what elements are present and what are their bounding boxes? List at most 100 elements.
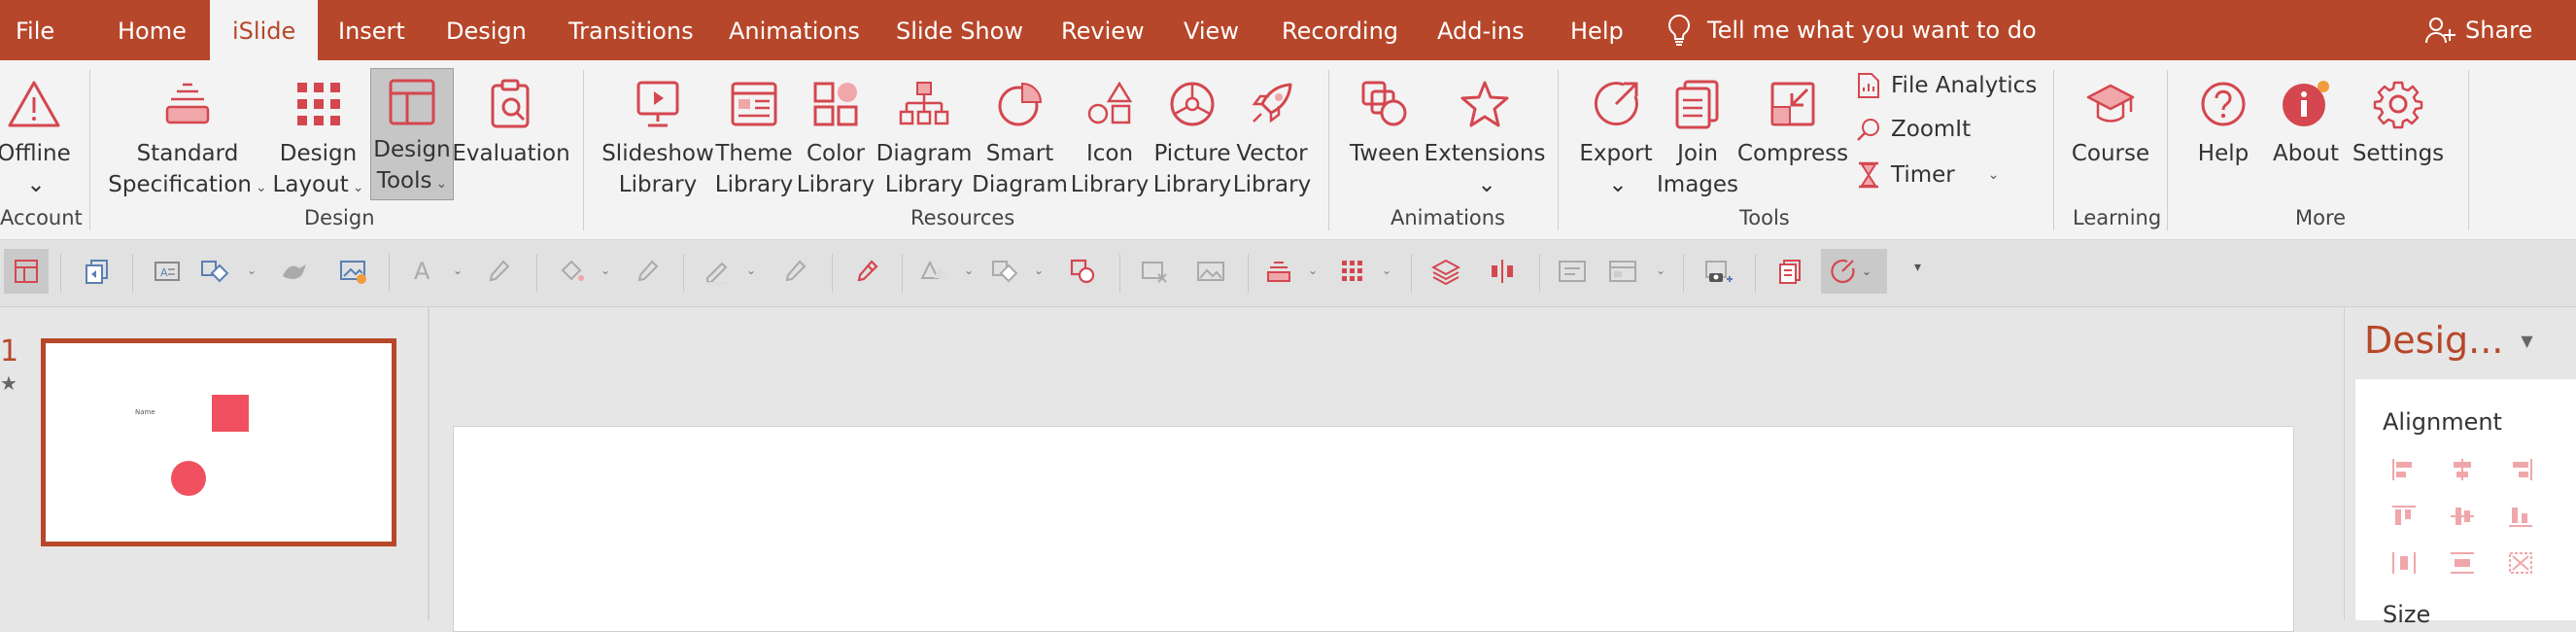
chevron-down-icon: ⌄ [1608,172,1628,197]
shape-fill-icon[interactable] [197,254,232,289]
chevron-down-icon[interactable]: ▼ [2521,332,2532,350]
timer-label: Timer [1891,162,1955,188]
file-chart-icon [1856,72,1881,99]
layers-icon[interactable] [1428,254,1463,289]
tell-me-search[interactable]: Tell me what you want to do [1666,0,2037,60]
chevron-down-icon: ⌄ [26,172,46,197]
match-size-icon[interactable] [2507,550,2534,576]
share-button[interactable]: Share [2424,0,2532,60]
distribute-vertical-icon[interactable] [2449,550,2476,576]
tab-transitions[interactable]: Transitions [568,0,694,60]
thumbnail-square-shape [212,395,249,432]
chevron-down-icon: ⌄ [964,263,975,277]
smart-label-1: Smart [985,141,1054,166]
design-tools-button[interactable]: Design Tools ⌄ [370,68,454,200]
tween-button[interactable]: Tween [1344,70,1425,169]
tween-shapes-icon [1359,70,1410,138]
tab-add-ins[interactable]: Add-ins [1437,0,1525,60]
design-layout-button[interactable]: Design Layout ⌄ [272,70,364,203]
layout-toggle-icon[interactable] [4,249,49,294]
group-label-design: Design [304,206,375,229]
align-bottom-icon[interactable] [2507,504,2534,529]
tab-help[interactable]: Help [1570,0,1624,60]
stack-icon[interactable] [1261,254,1296,289]
tab-animations[interactable]: Animations [729,0,860,60]
tab-recording[interactable]: Recording [1282,0,1398,60]
chevron-down-icon: ⌄ [435,176,448,192]
course-button[interactable]: Course [2066,70,2155,169]
offline-button[interactable]: Offline ⌄ [0,70,71,200]
hourglass-icon [1856,161,1881,189]
thumbnail-circle-shape [171,461,206,496]
align-middle-icon[interactable] [2449,504,2476,529]
notes-icon[interactable] [1772,254,1807,289]
chevron-down-icon[interactable]: ⌄ [247,263,257,277]
text-box-icon[interactable]: A [150,254,185,289]
extensions-button[interactable]: Extensions ⌄ [1425,70,1545,200]
evaluation-button[interactable]: Evaluation [452,70,570,169]
toolbar-overflow-icon[interactable]: ▾ [1914,260,1921,275]
tab-slide-show[interactable]: Slide Show [896,0,1023,60]
camera-icon[interactable] [1700,254,1735,289]
align-right-icon[interactable] [2507,457,2534,482]
pane-divider[interactable] [428,307,429,620]
picture-library-button[interactable]: Picture Library [1150,70,1235,200]
slide-canvas[interactable] [453,426,2294,632]
shape-combine-icon[interactable] [1065,254,1100,289]
tab-view[interactable]: View [1184,0,1239,60]
panel-title: Desig... [2364,319,2504,362]
tab-file[interactable]: File [16,0,54,60]
settings-button[interactable]: Settings [2350,70,2447,169]
toolbar-separator [683,254,684,293]
panel-header[interactable]: Desig... ▼ [2364,319,2533,362]
group-label-resources: Resources [910,206,1015,229]
color-picker-icon[interactable] [849,254,884,289]
file-analytics-button[interactable]: File Analytics [1856,72,2037,99]
warning-icon [7,70,61,138]
theme-label-2: Library [714,172,794,197]
vector-library-button[interactable]: Vector Library [1231,70,1313,200]
slideshow-library-button[interactable]: Slideshow Library [601,70,715,200]
tab-insert[interactable]: Insert [338,0,405,60]
join-images-button[interactable]: Join Images [1657,70,1738,200]
menu-bar: File Home iSlide Insert Design Transitio… [0,0,2576,60]
tab-home[interactable]: Home [118,0,187,60]
chevron-down-icon: ⌄ [352,180,364,195]
image-replace-icon[interactable] [336,254,371,289]
about-button[interactable]: About [2262,70,2350,169]
tab-islide[interactable]: iSlide [210,0,319,60]
course-label: Course [2071,141,2150,166]
vector-label-1: Vector [1236,141,1308,166]
picture-label-1: Picture [1153,141,1231,166]
export-button[interactable]: Export ⌄ [1573,70,1659,200]
export-tool-button[interactable]: ⌄ [1821,249,1887,294]
help-button[interactable]: Help [2184,70,2262,169]
compress-button[interactable]: Compress [1737,70,1848,169]
align-left-icon[interactable] [2390,457,2418,482]
zoomit-button[interactable]: ZoomIt [1856,117,1971,142]
copy-format-icon[interactable] [80,254,115,289]
standard-specification-button[interactable]: Standard Specification ⌄ [105,70,270,203]
tab-review[interactable]: Review [1061,0,1145,60]
distribute-horizontal-icon[interactable] [2390,550,2418,576]
info-icon [2279,70,2333,138]
slide-thumbnail[interactable]: Name [41,338,396,546]
pie-chart-icon [996,70,1045,138]
toolbar-separator [832,254,833,293]
chevron-down-icon[interactable]: ⌄ [1382,263,1391,277]
theme-library-button[interactable]: Theme Library [713,70,795,200]
tab-design[interactable]: Design [446,0,527,60]
smart-diagram-button[interactable]: Smart Diagram [972,70,1068,200]
grid-dots-icon[interactable] [1335,254,1370,289]
bird-icon[interactable] [277,254,312,289]
timer-button[interactable]: Timer ⌄ [1856,161,1999,189]
icon-library-button[interactable]: Icon Library [1067,70,1152,200]
color-library-button[interactable]: Color Library [795,70,876,200]
diagram-library-button[interactable]: Diagram Library [876,70,973,200]
align-top-icon[interactable] [2390,504,2418,529]
standard-label-2: Specification [108,172,252,197]
align-center-icon[interactable] [2449,457,2476,482]
chevron-down-icon[interactable]: ⌄ [1308,263,1318,277]
distribute-icon[interactable] [1485,254,1520,289]
group-separator [583,70,584,230]
